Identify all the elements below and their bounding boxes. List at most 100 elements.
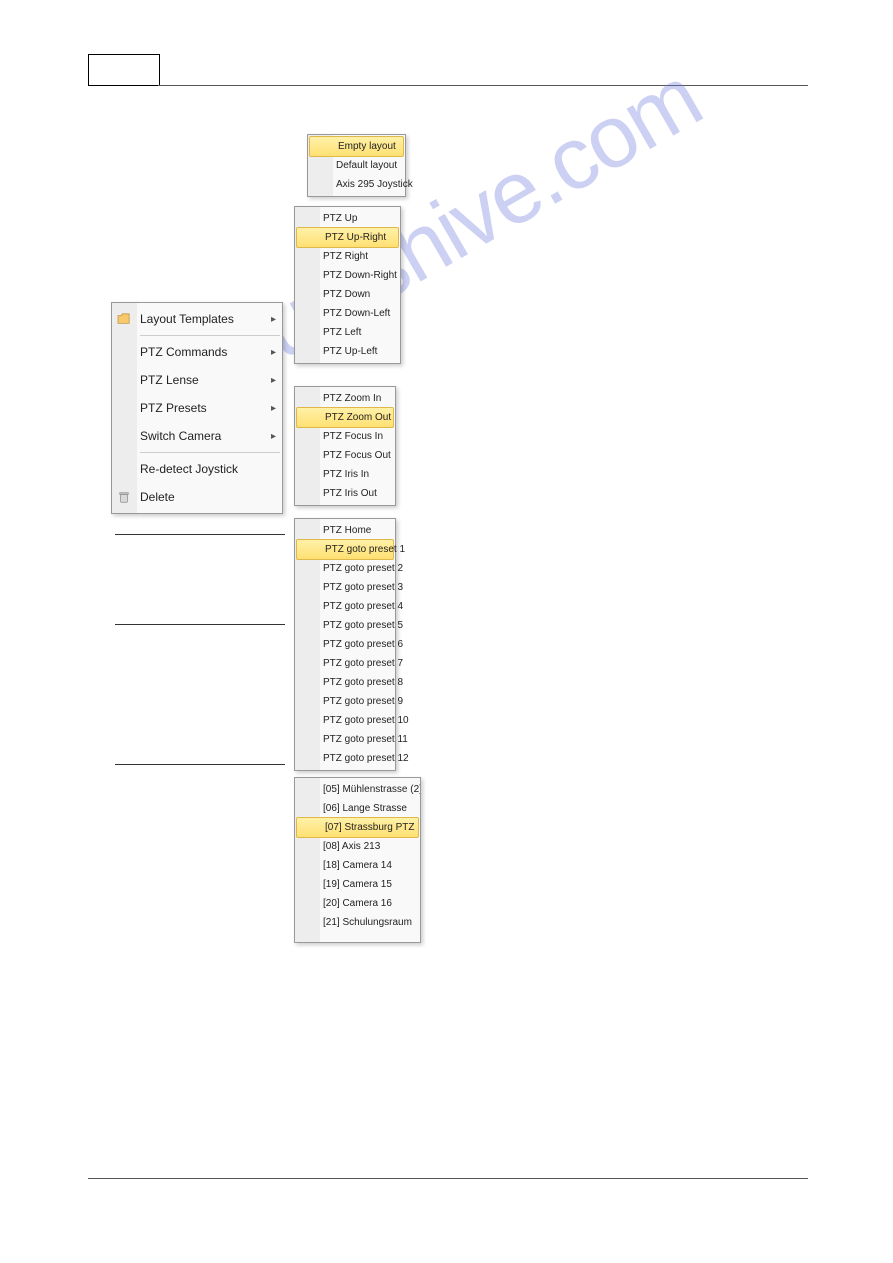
flyout-item[interactable]: [19] Camera 15 [295,875,420,894]
menu-item-label: PTZ goto preset 2 [323,563,403,574]
menu-item-label: [05] Mühlenstrasse (2) [323,784,421,795]
folder-icon [117,313,131,325]
menu-item-label: PTZ Down-Right [323,270,397,281]
menu-item-label: PTZ Zoom In [323,393,381,404]
flyout-item[interactable]: PTZ Zoom In [295,389,395,408]
separator-line [115,764,285,765]
flyout-item[interactable]: PTZ Focus Out [295,446,395,465]
flyout-ptz-commands: PTZ Up PTZ Up-Right PTZ Right PTZ Down-R… [294,206,401,364]
menu-item-label: Layout Templates [140,312,234,326]
flyout-item[interactable]: PTZ goto preset 8 [295,673,395,692]
menu-item-label: PTZ Lense [140,373,199,387]
flyout-item[interactable]: [21] Schulungsraum [295,913,420,932]
flyout-item[interactable]: PTZ goto preset 6 [295,635,395,654]
menu-item-label: PTZ goto preset 4 [323,601,403,612]
flyout-item[interactable]: PTZ Up-Right [296,227,399,248]
flyout-item[interactable]: PTZ Zoom Out [296,407,394,428]
flyout-item[interactable]: [18] Camera 14 [295,856,420,875]
menu-item-label: PTZ Up-Right [325,232,386,243]
flyout-item[interactable]: [07] Strassburg PTZ [296,817,419,838]
footer-rule [88,1178,808,1179]
menu-item-ptz-lense[interactable]: PTZ Lense [112,366,282,394]
flyout-ptz-lense: PTZ Zoom In PTZ Zoom Out PTZ Focus In PT… [294,386,396,506]
flyout-item[interactable]: PTZ Up [295,209,400,228]
flyout-item[interactable]: [08] Axis 213 [295,837,420,856]
menu-item-label: PTZ Down [323,289,370,300]
menu-item-label: PTZ goto preset 1 [325,544,405,555]
flyout-item[interactable]: PTZ Right [295,247,400,266]
flyout-item[interactable]: PTZ goto preset 3 [295,578,395,597]
flyout-item[interactable]: PTZ goto preset 12 [295,749,395,768]
separator-line [115,534,285,535]
flyout-item[interactable]: PTZ Iris Out [295,484,395,503]
menu-item-label: [21] Schulungsraum [323,917,412,928]
menu-item-label: Empty layout [338,141,396,152]
flyout-item-empty-layout[interactable]: Empty layout [309,136,404,157]
flyout-item[interactable]: PTZ Down [295,285,400,304]
flyout-item[interactable]: PTZ Down-Left [295,304,400,323]
menu-item-ptz-commands[interactable]: PTZ Commands [112,338,282,366]
menu-item-label: Default layout [336,160,397,171]
menu-item-label: PTZ Iris In [323,469,369,480]
menu-item-label: PTZ Zoom Out [325,412,391,423]
menu-item-redetect-joystick[interactable]: Re-detect Joystick [112,455,282,483]
menu-item-label: Switch Camera [140,429,221,443]
menu-item-label: [08] Axis 213 [323,841,380,852]
flyout-item[interactable]: PTZ goto preset 9 [295,692,395,711]
menu-item-label: PTZ goto preset 10 [323,715,409,726]
flyout-item[interactable]: PTZ Iris In [295,465,395,484]
separator-line [115,624,285,625]
flyout-item-axis-295[interactable]: Axis 295 Joystick [308,175,405,194]
flyout-item[interactable]: PTZ goto preset 1 [296,539,394,560]
menu-item-label: PTZ Up-Left [323,346,377,357]
menu-item-label: PTZ goto preset 11 [323,734,408,745]
menu-item-label: PTZ Down-Left [323,308,390,319]
header-rule [158,85,808,86]
trash-icon [117,490,131,504]
menu-item-label: PTZ Up [323,213,357,224]
context-menu: Layout Templates PTZ Commands PTZ Lense … [111,302,283,514]
flyout-item[interactable]: PTZ goto preset 7 [295,654,395,673]
flyout-item[interactable]: PTZ Home [295,521,395,540]
menu-item-label: PTZ Right [323,251,368,262]
menu-item-label: PTZ goto preset 5 [323,620,403,631]
menu-item-label: PTZ Focus Out [323,450,391,461]
flyout-item[interactable]: PTZ Left [295,323,400,342]
flyout-item[interactable]: PTZ goto preset 5 [295,616,395,635]
menu-item-label: PTZ Iris Out [323,488,377,499]
menu-item-label: PTZ Presets [140,401,207,415]
flyout-item[interactable]: [06] Lange Strasse [295,799,420,818]
flyout-item[interactable]: PTZ goto preset 11 [295,730,395,749]
flyout-item[interactable]: PTZ Down-Right [295,266,400,285]
menu-item-label: Axis 295 Joystick [336,179,413,190]
menu-item-label: [19] Camera 15 [323,879,392,890]
flyout-item[interactable]: PTZ goto preset 2 [295,559,395,578]
menu-item-label: [07] Strassburg PTZ [325,822,414,833]
menu-item-label: PTZ Home [323,525,371,536]
flyout-item[interactable]: [05] Mühlenstrasse (2) [295,780,420,799]
menu-item-ptz-presets[interactable]: PTZ Presets [112,394,282,422]
flyout-switch-camera: [05] Mühlenstrasse (2) [06] Lange Strass… [294,777,421,943]
menu-item-layout-templates[interactable]: Layout Templates [112,305,282,333]
menu-item-switch-camera[interactable]: Switch Camera [112,422,282,450]
menu-item-label: PTZ Commands [140,345,227,359]
flyout-item[interactable]: PTZ goto preset 4 [295,597,395,616]
menu-separator [140,452,280,453]
menu-item-label: PTZ goto preset 12 [323,753,409,764]
flyout-layout-templates: Empty layout Default layout Axis 295 Joy… [307,134,406,197]
flyout-item[interactable]: PTZ goto preset 10 [295,711,395,730]
flyout-item-default-layout[interactable]: Default layout [308,156,405,175]
menu-item-delete[interactable]: Delete [112,483,282,511]
menu-item-label: Delete [140,490,175,504]
page-number-box [88,54,160,86]
menu-item-label: [18] Camera 14 [323,860,392,871]
flyout-item[interactable]: [20] Camera 16 [295,894,420,913]
menu-item-label: PTZ Left [323,327,361,338]
menu-item-label: PTZ goto preset 3 [323,582,403,593]
menu-item-label: PTZ goto preset 7 [323,658,403,669]
flyout-item[interactable]: PTZ Focus In [295,427,395,446]
menu-item-label: PTZ goto preset 9 [323,696,403,707]
flyout-item[interactable]: PTZ Up-Left [295,342,400,361]
menu-item-label: [20] Camera 16 [323,898,392,909]
flyout-ptz-presets: PTZ Home PTZ goto preset 1 PTZ goto pres… [294,518,396,771]
